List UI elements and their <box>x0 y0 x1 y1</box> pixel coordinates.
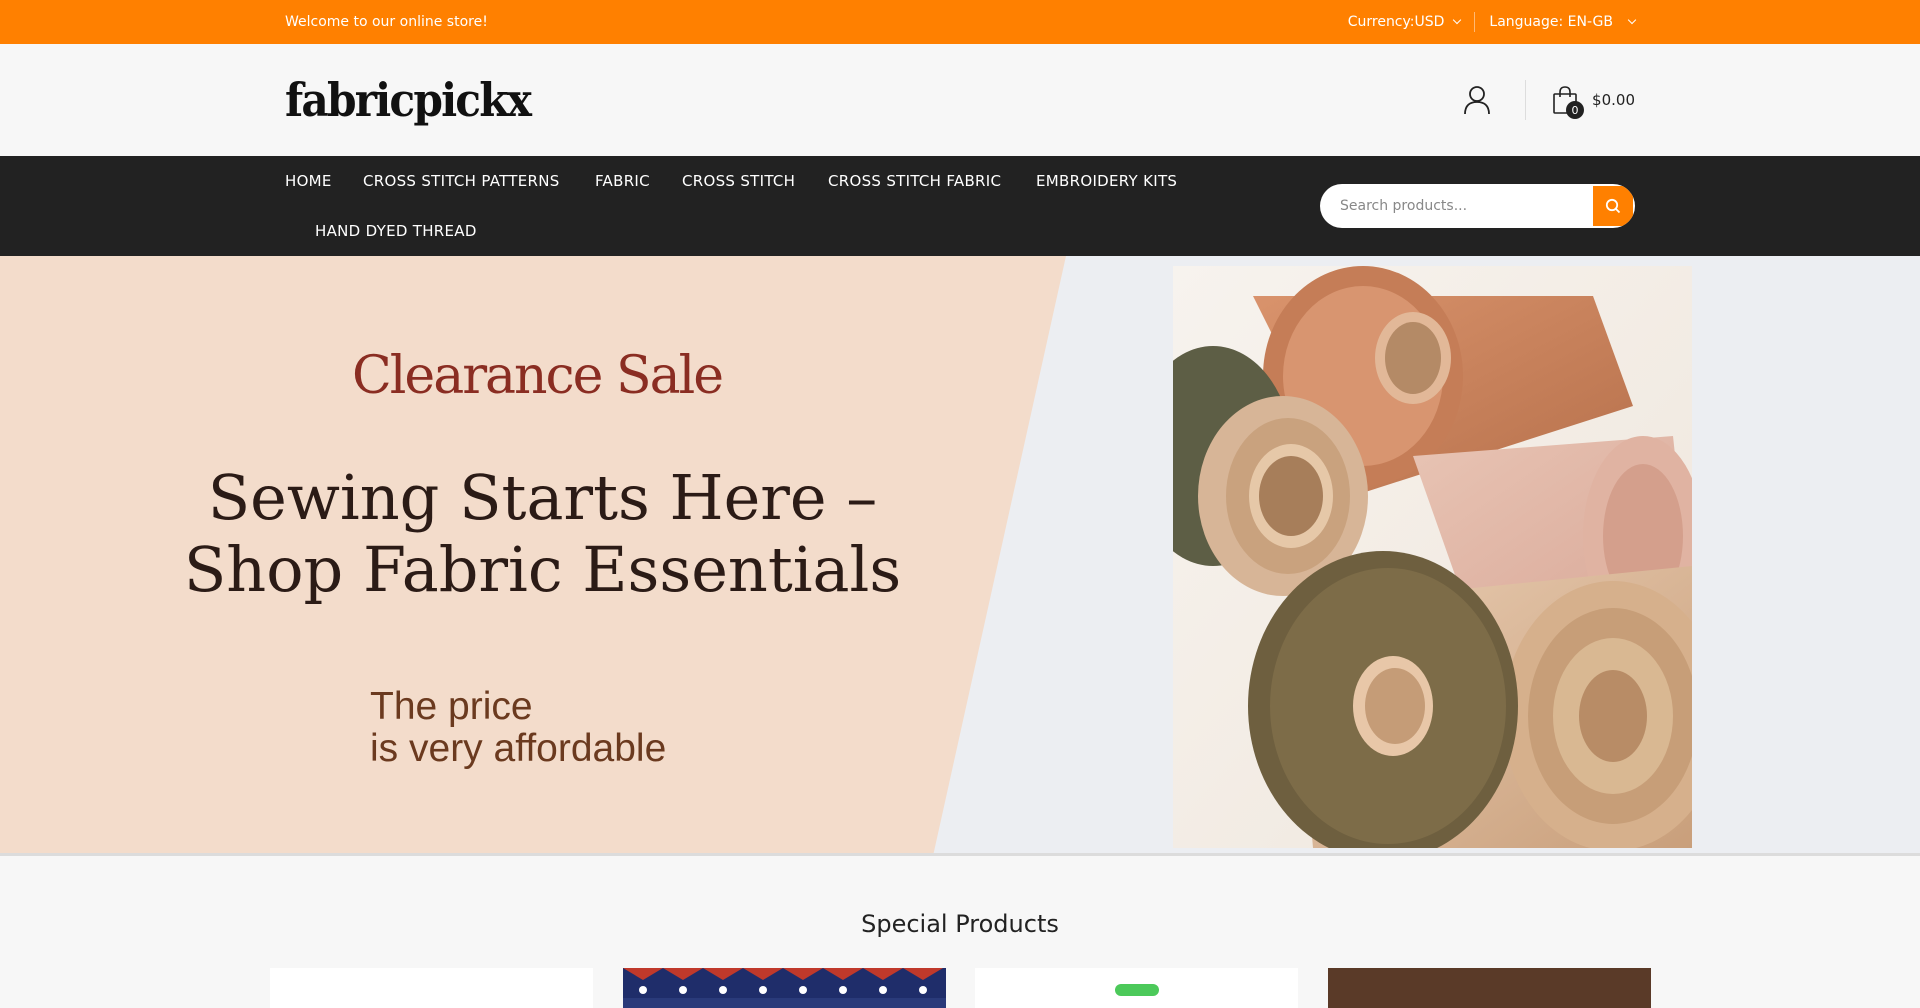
nav-item-cross-stitch-fabric[interactable]: CROSS STITCH FABRIC <box>828 172 1001 190</box>
hero-banner[interactable]: Clearance Sale Sewing Starts Here – Shop… <box>0 256 1920 856</box>
cart-total: $0.00 <box>1592 91 1635 109</box>
site-logo[interactable]: fabricpickx <box>285 73 532 127</box>
nav-item-home[interactable]: HOME <box>285 172 332 190</box>
banner-subtitle-line-2: is very affordable <box>370 727 667 770</box>
nav-item-hand-dyed-thread[interactable]: HAND DYED THREAD <box>315 222 477 240</box>
currency-label: Currency:USD <box>1347 14 1445 30</box>
user-icon[interactable] <box>1457 80 1497 120</box>
banner-headline-line-1: Sewing Starts Here – <box>207 461 878 534</box>
search-input[interactable] <box>1320 198 1593 214</box>
nav-item-cross-stitch[interactable]: CROSS STITCH <box>682 172 795 190</box>
welcome-message: Welcome to our online store! <box>285 14 488 30</box>
search-button[interactable] <box>1593 186 1633 226</box>
divider <box>1525 80 1527 120</box>
search-icon <box>1605 198 1621 214</box>
product-card[interactable] <box>623 968 946 1008</box>
product-card[interactable] <box>975 968 1298 1008</box>
product-card[interactable] <box>270 968 593 1008</box>
language-label: Language: EN-GB <box>1489 14 1613 30</box>
main-nav: HOME CROSS STITCH PATTERNS FABRIC CROSS … <box>0 156 1920 256</box>
site-header: fabricpickx 0 $0.00 <box>0 44 1920 156</box>
cart-button[interactable]: 0 $0.00 <box>1552 85 1635 119</box>
divider <box>1474 12 1476 32</box>
banner-promo-title: Clearance Sale <box>352 346 724 406</box>
banner-headline: Sewing Starts Here – Shop Fabric Essenti… <box>150 462 935 606</box>
fabric-rolls-photo <box>1173 266 1692 848</box>
language-selector[interactable]: Language: EN-GB <box>1489 14 1637 30</box>
special-products-title: Special Products <box>861 910 1059 938</box>
banner-headline-line-2: Shop Fabric Essentials <box>183 533 902 606</box>
nav-item-fabric[interactable]: FABRIC <box>595 172 650 190</box>
nav-item-cross-stitch-patterns[interactable]: CROSS STITCH PATTERNS <box>363 172 560 190</box>
search-bar <box>1320 184 1635 228</box>
chevron-down-icon <box>1453 15 1462 25</box>
chevron-down-icon <box>1627 15 1637 25</box>
nav-item-embroidery-kits[interactable]: EMBROIDERY KITS <box>1036 172 1177 190</box>
product-card[interactable] <box>1328 968 1651 1008</box>
cart-count-badge: 0 <box>1566 101 1585 119</box>
banner-divider <box>0 853 1920 856</box>
banner-subtitle: The price is very affordable <box>370 686 666 770</box>
top-bar: Welcome to our online store! Currency:US… <box>0 0 1920 44</box>
banner-subtitle-line-1: The price <box>370 685 533 728</box>
currency-selector[interactable]: Currency:USD <box>1347 14 1462 30</box>
